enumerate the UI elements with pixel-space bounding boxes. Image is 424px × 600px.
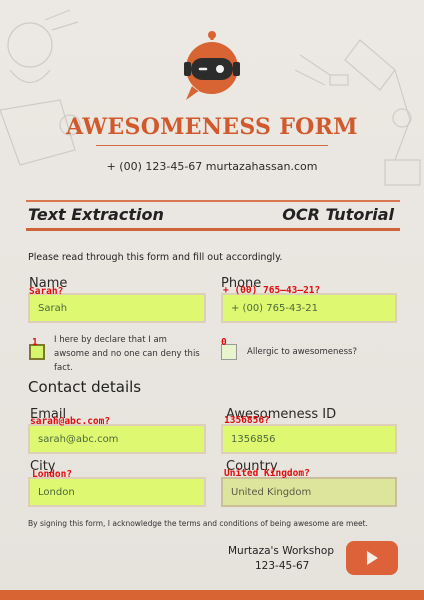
contact-details-heading: Contact details — [28, 378, 142, 396]
workshop-phone: 123-45-67 — [255, 560, 310, 572]
phone-field[interactable]: + (00) 765-43-21 — [221, 293, 397, 323]
subhead-text-extraction: Text Extraction — [28, 205, 164, 224]
title-underline — [96, 145, 328, 146]
country-field[interactable]: United Kingdom — [221, 477, 397, 507]
declare-checkbox-label: I here by declare that I am awsome and n… — [54, 335, 200, 373]
bottom-divider — [26, 228, 400, 231]
form-title: AWESOMENESS FORM — [66, 114, 358, 140]
contact-info: + (00) 123-45-67 murtazahassan.com — [106, 160, 318, 173]
name-ocr-overlay: Sarah? — [29, 286, 64, 297]
allergic-ocr-overlay: 0 — [221, 337, 227, 348]
awesomeness-id-ocr-overlay: 1356856? — [224, 415, 270, 426]
robot-chat-logo-icon — [184, 31, 240, 100]
city-field[interactable]: London — [28, 477, 206, 507]
name-field[interactable]: Sarah — [28, 293, 206, 323]
play-icon — [367, 551, 378, 565]
top-divider — [26, 200, 400, 202]
awesomeness-id-field[interactable]: 1356856 — [221, 424, 397, 454]
subhead-ocr-tutorial: OCR Tutorial — [282, 205, 394, 224]
bottom-accent-bar — [0, 590, 424, 600]
city-ocr-overlay: London? — [32, 469, 73, 480]
terms-footnote: By signing this form, I acknowledge the … — [28, 519, 368, 528]
workshop-name: Murtaza's Workshop — [228, 545, 335, 557]
form-instructions: Please read through this form and fill o… — [28, 252, 283, 263]
email-ocr-overlay: sarah@abc.com? — [30, 416, 111, 427]
form-page: AWESOMENESS FORM + (00) 123-45-67 murtaz… — [0, 0, 424, 600]
allergic-checkbox-label: Allergic to awesomeness? — [247, 347, 357, 357]
phone-ocr-overlay: + (00) 765—43—21? — [223, 285, 321, 296]
play-button[interactable] — [346, 541, 398, 575]
email-field[interactable]: sarah@abc.com — [28, 424, 206, 454]
country-ocr-overlay: United Kingdom? — [224, 468, 310, 479]
declare-ocr-overlay: 1 — [32, 337, 38, 348]
